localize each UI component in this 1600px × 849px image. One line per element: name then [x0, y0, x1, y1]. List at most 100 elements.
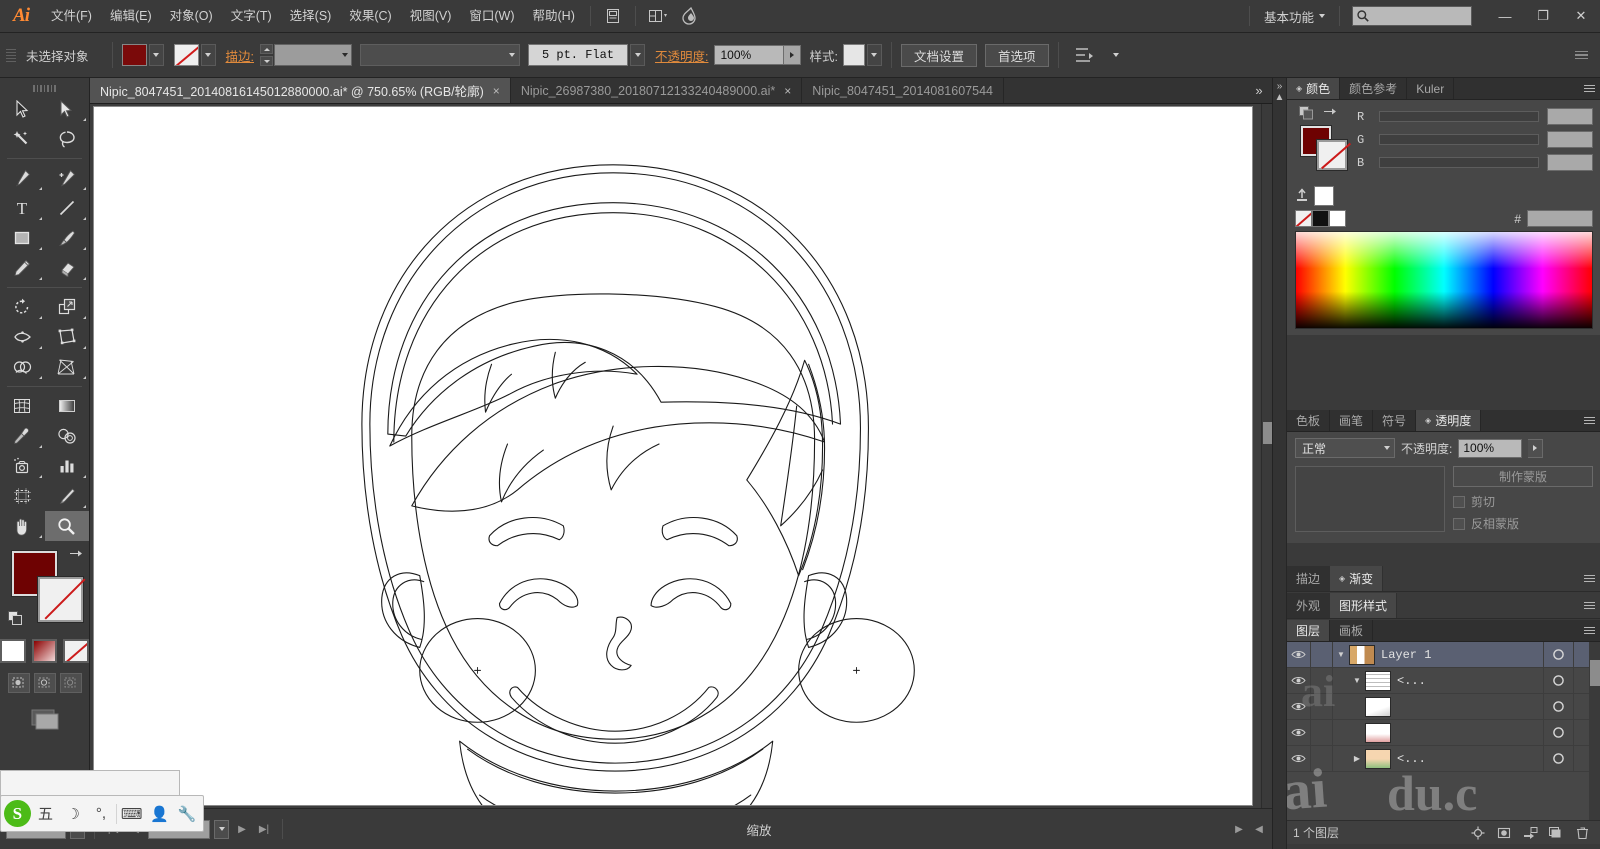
- make-clipping-mask-button[interactable]: [1491, 822, 1517, 844]
- sogou-logo-icon[interactable]: S: [4, 800, 31, 827]
- pen-tool[interactable]: [0, 163, 45, 193]
- tab-layers[interactable]: 图层: [1287, 620, 1331, 641]
- graphic-style-swatch[interactable]: [842, 44, 865, 66]
- scrollbar-thumb[interactable]: [1590, 660, 1600, 686]
- flame-icon[interactable]: [677, 5, 703, 27]
- menu-edit[interactable]: 编辑(E): [101, 0, 161, 33]
- appearance-panel-menu-icon[interactable]: [1577, 593, 1600, 618]
- align-dropdown[interactable]: [1103, 44, 1129, 66]
- channel-value-g[interactable]: [1547, 131, 1593, 148]
- ime-keyboard-icon[interactable]: ⌨: [119, 800, 145, 828]
- create-new-sublayer-button[interactable]: [1517, 822, 1543, 844]
- expand-panels-icon[interactable]: » ▲: [1273, 78, 1286, 103]
- menu-window[interactable]: 窗口(W): [460, 0, 523, 33]
- color-panel-menu-icon[interactable]: [1577, 78, 1600, 99]
- line-segment-tool[interactable]: [45, 193, 90, 223]
- menu-effect[interactable]: 效果(C): [340, 0, 400, 33]
- tab-transparency[interactable]: ◈ 透明度: [1416, 410, 1482, 431]
- type-tool[interactable]: T: [0, 193, 45, 223]
- artboard-dropdown[interactable]: [214, 819, 229, 839]
- lock-toggle[interactable]: [1311, 667, 1333, 694]
- graphic-style-dropdown[interactable]: [866, 44, 882, 66]
- target-indicator[interactable]: [1543, 667, 1573, 694]
- dock-collapse-rail[interactable]: » ▲: [1273, 78, 1287, 849]
- transparency-panel-menu-icon[interactable]: [1577, 410, 1600, 431]
- stroke-dropdown-button[interactable]: [200, 44, 216, 66]
- ime-moon-icon[interactable]: ☽: [60, 800, 86, 828]
- tab-color-guide[interactable]: 颜色参考: [1340, 78, 1408, 99]
- tab-artboards[interactable]: 画板: [1330, 620, 1374, 641]
- draw-inside-icon[interactable]: [59, 673, 82, 693]
- lock-toggle[interactable]: [1311, 693, 1333, 720]
- menu-view[interactable]: 视图(V): [401, 0, 461, 33]
- selection-indicator[interactable]: [1573, 745, 1589, 772]
- lock-toggle[interactable]: [1311, 642, 1333, 668]
- layer-name[interactable]: <...: [1397, 752, 1543, 766]
- color-spectrum-ramp[interactable]: [1295, 231, 1593, 329]
- mesh-tool[interactable]: [0, 391, 45, 421]
- target-indicator[interactable]: [1543, 745, 1573, 772]
- stroke-weight-stepper[interactable]: [260, 44, 273, 66]
- rotate-tool[interactable]: [0, 292, 45, 322]
- draw-normal-icon[interactable]: [7, 673, 30, 693]
- align-icon[interactable]: [1071, 44, 1097, 66]
- control-bar-menu[interactable]: [1575, 49, 1588, 62]
- transparency-opacity-dropdown[interactable]: [1528, 438, 1544, 458]
- layer-name[interactable]: Layer 1: [1381, 648, 1543, 662]
- ime-input-mode-button[interactable]: 五: [33, 800, 59, 828]
- quick-swatch-white[interactable]: [1329, 210, 1346, 227]
- gradient-tool[interactable]: [45, 391, 90, 421]
- channel-value-b[interactable]: [1547, 154, 1593, 171]
- tab-graphic-styles[interactable]: 图形样式: [1330, 593, 1398, 618]
- stroke-gradient-panel-menu-icon[interactable]: [1577, 566, 1600, 591]
- color-panel-swap-icon[interactable]: [1322, 106, 1337, 123]
- minimize-button[interactable]: —: [1486, 0, 1524, 33]
- channel-slider-b[interactable]: [1379, 157, 1539, 168]
- maximize-button[interactable]: ❐: [1524, 0, 1562, 33]
- document-tab-3[interactable]: Nipic_8047451_2014081607544: [802, 78, 1004, 103]
- tabs-overflow-icon[interactable]: »: [1246, 78, 1272, 103]
- layer-row-4[interactable]: ▶ <...: [1287, 745, 1589, 772]
- create-new-layer-button[interactable]: [1543, 822, 1569, 844]
- ime-settings-wrench-icon[interactable]: 🔧: [174, 800, 200, 828]
- color-mode-none-button[interactable]: [63, 639, 90, 663]
- canvas-area[interactable]: [90, 104, 1272, 808]
- variable-width-profile-combo[interactable]: [360, 44, 520, 66]
- screen-mode-button[interactable]: [0, 707, 89, 731]
- scrollbar-thumb[interactable]: [1263, 422, 1272, 444]
- document-tab-1[interactable]: Nipic_8047451_20140816145012880000.ai* @…: [90, 78, 511, 103]
- selection-indicator[interactable]: [1573, 719, 1589, 746]
- make-mask-button[interactable]: 制作蒙版: [1453, 466, 1593, 487]
- close-icon[interactable]: ×: [784, 84, 791, 98]
- tab-swatches[interactable]: 色板: [1287, 410, 1331, 431]
- current-tool-label[interactable]: 缩放: [292, 820, 1226, 839]
- lock-toggle[interactable]: [1311, 745, 1333, 772]
- preferences-button[interactable]: 首选项: [984, 43, 1049, 67]
- search-input[interactable]: [1352, 6, 1472, 26]
- artboard[interactable]: [93, 106, 1253, 806]
- tab-brushes[interactable]: 画笔: [1330, 410, 1374, 431]
- expand-triangle-icon[interactable]: ▶: [1349, 754, 1365, 763]
- visibility-eye-icon[interactable]: [1287, 745, 1311, 772]
- hand-tool[interactable]: [0, 511, 45, 541]
- selection-indicator[interactable]: [1573, 667, 1589, 694]
- document-setup-button[interactable]: 文档设置: [900, 43, 977, 67]
- magic-wand-tool[interactable]: [0, 124, 45, 154]
- target-indicator[interactable]: [1543, 642, 1573, 668]
- scroll-right-button[interactable]: ▶: [1230, 820, 1248, 839]
- layer-row-3[interactable]: [1287, 719, 1589, 746]
- menu-file[interactable]: 文件(F): [42, 0, 101, 33]
- stroke-weight-combo[interactable]: [274, 44, 352, 66]
- layer-name[interactable]: <...: [1397, 674, 1543, 688]
- pencil-tool[interactable]: [0, 253, 45, 283]
- tab-color[interactable]: ◈ 颜色: [1287, 78, 1341, 99]
- visibility-eye-icon[interactable]: [1287, 693, 1311, 720]
- document-tab-2[interactable]: Nipic_26987380_20180712133240489000.ai* …: [510, 78, 803, 103]
- selection-indicator[interactable]: [1573, 642, 1589, 668]
- selection-indicator[interactable]: [1573, 693, 1589, 720]
- shape-builder-tool[interactable]: [0, 352, 45, 382]
- stroke-swatch[interactable]: [173, 44, 199, 66]
- visibility-eye-icon[interactable]: [1287, 667, 1311, 694]
- invert-mask-checkbox-row[interactable]: 反相蒙版: [1453, 515, 1593, 532]
- tab-appearance[interactable]: 外观: [1287, 593, 1331, 618]
